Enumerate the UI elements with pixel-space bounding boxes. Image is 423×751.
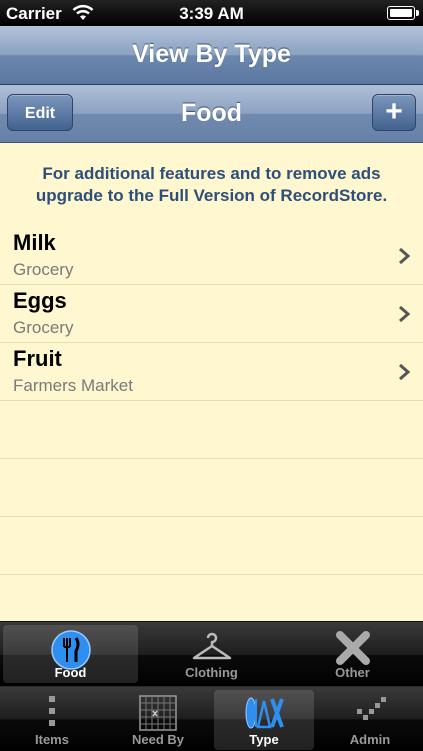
empty-row	[0, 459, 423, 517]
list-item[interactable]: Milk Grocery	[0, 227, 423, 285]
main-tab-bar: Items Need By Type Admin	[0, 686, 423, 751]
checkmark-icon	[357, 697, 386, 720]
dots-icon	[49, 696, 55, 726]
tab-label: Other	[335, 665, 370, 680]
chevron-right-icon	[399, 247, 411, 265]
tab-label: Type	[249, 732, 279, 747]
chevron-right-icon	[399, 363, 411, 381]
shapes-icon	[245, 697, 284, 729]
tab-need-by[interactable]: Need By	[108, 690, 208, 750]
empty-row	[0, 517, 423, 575]
tab-label: Items	[35, 732, 69, 747]
item-subtitle: Grocery	[13, 260, 74, 279]
tab-label: Need By	[131, 732, 185, 747]
tab-label: Food	[54, 665, 87, 680]
fork-knife-icon	[50, 630, 91, 670]
list-item[interactable]: Fruit Farmers Market	[0, 343, 423, 401]
add-button[interactable]: +	[372, 94, 416, 131]
clock: 3:39 AM	[179, 4, 244, 23]
category-toolbar: Edit Food +	[0, 85, 423, 143]
chevron-right-icon	[399, 305, 411, 323]
empty-row	[0, 401, 423, 459]
item-list: For additional features and to remove ad…	[0, 143, 423, 621]
battery-icon	[387, 6, 419, 20]
calendar-grid-icon	[139, 695, 177, 731]
tab-label: Clothing	[185, 665, 238, 680]
hanger-icon	[192, 632, 231, 660]
page-title: View By Type	[132, 40, 291, 68]
type-tab-bar: Food Clothing Other	[0, 621, 423, 687]
item-subtitle: Farmers Market	[13, 376, 133, 395]
upgrade-banner[interactable]: For additional features and to remove ad…	[10, 163, 413, 207]
tab-clothing[interactable]: Clothing	[144, 625, 279, 683]
item-title: Fruit	[13, 346, 62, 371]
tab-type[interactable]: Type	[214, 690, 314, 750]
category-title: Food	[180, 99, 243, 127]
tab-label: Admin	[349, 732, 391, 747]
list-item[interactable]: Eggs Grocery	[0, 285, 423, 343]
tab-items[interactable]: Items	[2, 690, 102, 750]
tab-other[interactable]: Other	[285, 625, 420, 683]
tab-admin[interactable]: Admin	[320, 690, 420, 750]
tab-food[interactable]: Food	[3, 625, 138, 683]
item-title: Eggs	[13, 288, 67, 313]
status-bar: Carrier 3:39 AM	[0, 0, 423, 26]
item-subtitle: Grocery	[13, 318, 74, 337]
navigation-bar: View By Type	[0, 26, 423, 85]
x-icon	[335, 631, 370, 665]
item-title: Milk	[13, 230, 56, 255]
